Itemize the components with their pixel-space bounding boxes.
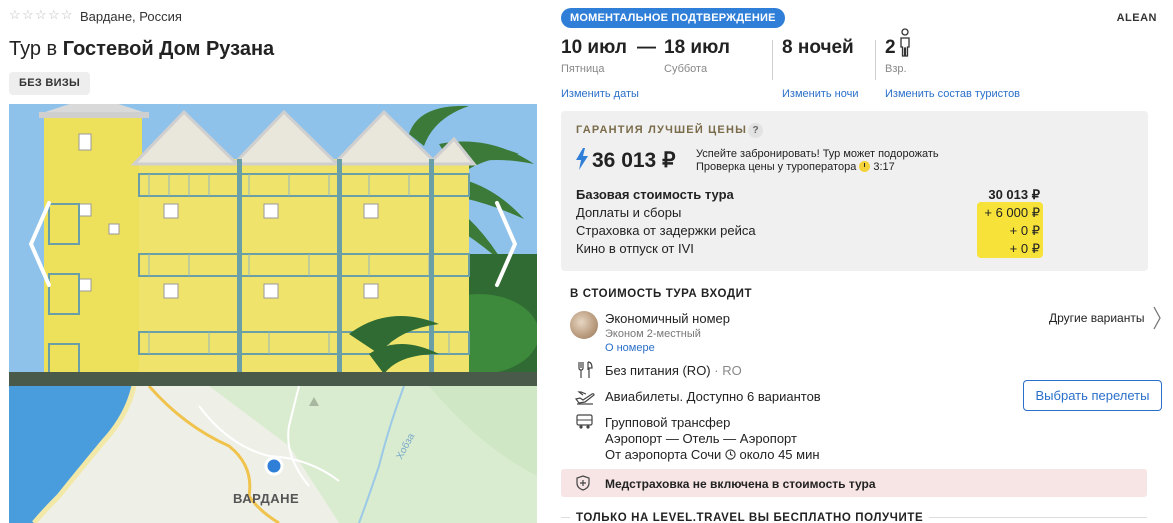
date-to-day: Суббота	[664, 63, 708, 75]
transfer-title: Групповой трансфер	[605, 415, 731, 430]
cost-row-label: Страховка от задержки рейса	[576, 223, 756, 238]
hotel-building-illustration	[9, 104, 537, 386]
room-thumbnail[interactable]	[570, 311, 598, 339]
change-tourists-link[interactable]: Изменить состав туристов	[885, 88, 1020, 100]
date-to: 18 июл	[664, 37, 730, 58]
other-variants-link[interactable]: Другие варианты	[1049, 311, 1144, 325]
cost-row-value: + 0 ₽	[1009, 223, 1040, 238]
price-check-label: Проверка цены у туроператора	[696, 161, 857, 173]
transfer-from: От аэропорта Сочи	[605, 447, 722, 462]
star-outline-icon: ☆	[35, 7, 47, 22]
date-dash: —	[637, 37, 656, 58]
insurance-text: Медстраховка не включена в стоимость тур…	[605, 477, 876, 491]
date-from: 10 июл	[561, 37, 627, 58]
instant-confirmation-badge: МОМЕНТАЛЬНОЕ ПОДТВЕРЖДЕНИЕ	[561, 8, 785, 28]
title-prefix: Тур в	[9, 38, 63, 60]
transfer-time: около 45 мин	[739, 447, 820, 462]
airplane-icon	[575, 391, 595, 405]
cost-row-value: 30 013 ₽	[988, 187, 1040, 202]
divider	[772, 40, 773, 80]
meal-code: RO	[722, 363, 742, 378]
free-benefits-heading: ТОЛЬКО НА LEVEL.TRAVEL ВЫ БЕСПЛАТНО ПОЛУ…	[570, 512, 930, 523]
visa-badge: БЕЗ ВИЗЫ	[9, 72, 91, 95]
price-check-timer: 3:17	[873, 161, 895, 173]
nights-count: 8 ночей	[782, 37, 854, 58]
room-type: Эконом 2-местный	[605, 328, 701, 340]
hotel-name: Гостевой Дом Рузана	[62, 38, 275, 60]
divider	[875, 40, 876, 80]
included-heading: В СТОИМОСТЬ ТУРА ВХОДИТ	[570, 288, 753, 300]
date-from-day: Пятница	[561, 63, 605, 75]
star-outline-icon: ☆	[22, 7, 34, 22]
cost-row-value: + 0 ₽	[1009, 241, 1040, 256]
page-title: Тур в Гостевой Дом Рузана	[9, 38, 274, 61]
hotel-location: Вардане, Россия	[80, 9, 182, 24]
transfer-route: Аэропорт — Отель — Аэропорт	[605, 431, 797, 446]
timer-icon	[859, 161, 871, 172]
cost-row-label: Доплаты и сборы	[576, 205, 682, 220]
cost-row-label: Базовая стоимость тура	[576, 187, 734, 202]
lightning-icon	[576, 148, 588, 170]
shield-icon	[576, 475, 590, 491]
star-outline-icon: ☆	[9, 7, 21, 22]
select-flights-button[interactable]: Выбрать перелеты	[1023, 380, 1162, 411]
map-place-label: ВАРДАНЕ	[233, 491, 300, 506]
cutlery-icon	[578, 361, 593, 378]
price-check-status: Проверка цены у туроператора 3:17	[696, 161, 895, 173]
bus-icon	[576, 414, 593, 429]
cost-row-value: + 6 000 ₽	[984, 205, 1040, 220]
help-icon[interactable]: ?	[748, 123, 763, 138]
change-nights-link[interactable]: Изменить ночи	[782, 88, 859, 100]
chevron-right-icon[interactable]	[1152, 305, 1162, 331]
meal-separator: ·	[714, 363, 719, 378]
star-outline-icon: ☆	[48, 7, 60, 22]
hotel-map[interactable]: Хобза ВАРДАНЕ	[9, 386, 537, 523]
guests-label: Взр.	[885, 63, 907, 75]
transfer-duration: От аэропорта Сочи около 45 мин	[605, 447, 820, 462]
guests-count: 2	[885, 37, 896, 58]
photo-next-arrow-icon[interactable]	[493, 199, 519, 289]
star-rating: ☆ ☆ ☆ ☆ ☆	[9, 7, 73, 22]
clock-icon	[725, 449, 736, 460]
best-price-guarantee: ГАРАНТИЯ ЛУЧШЕЙ ЦЕНЫ	[576, 124, 748, 136]
meal-plan-name: Без питания (RO)	[605, 363, 711, 378]
hurry-message: Успейте забронировать! Тур может подорож…	[696, 148, 939, 160]
tour-operator: ALEAN	[1116, 12, 1157, 24]
flights-info: Авиабилеты. Доступно 6 вариантов	[605, 389, 821, 404]
change-dates-link[interactable]: Изменить даты	[561, 88, 639, 100]
meal-plan: Без питания (RO) · RO	[605, 363, 742, 378]
about-room-link[interactable]: О номере	[605, 342, 655, 354]
cost-row-label: Кино в отпуск от IVI	[576, 241, 694, 256]
photo-prev-arrow-icon[interactable]	[27, 199, 53, 289]
hotel-photo[interactable]	[9, 104, 537, 386]
room-name: Экономичный номер	[605, 311, 730, 326]
person-icon	[900, 28, 910, 57]
total-price: 36 013 ₽	[592, 149, 676, 172]
star-outline-icon: ☆	[61, 7, 73, 22]
